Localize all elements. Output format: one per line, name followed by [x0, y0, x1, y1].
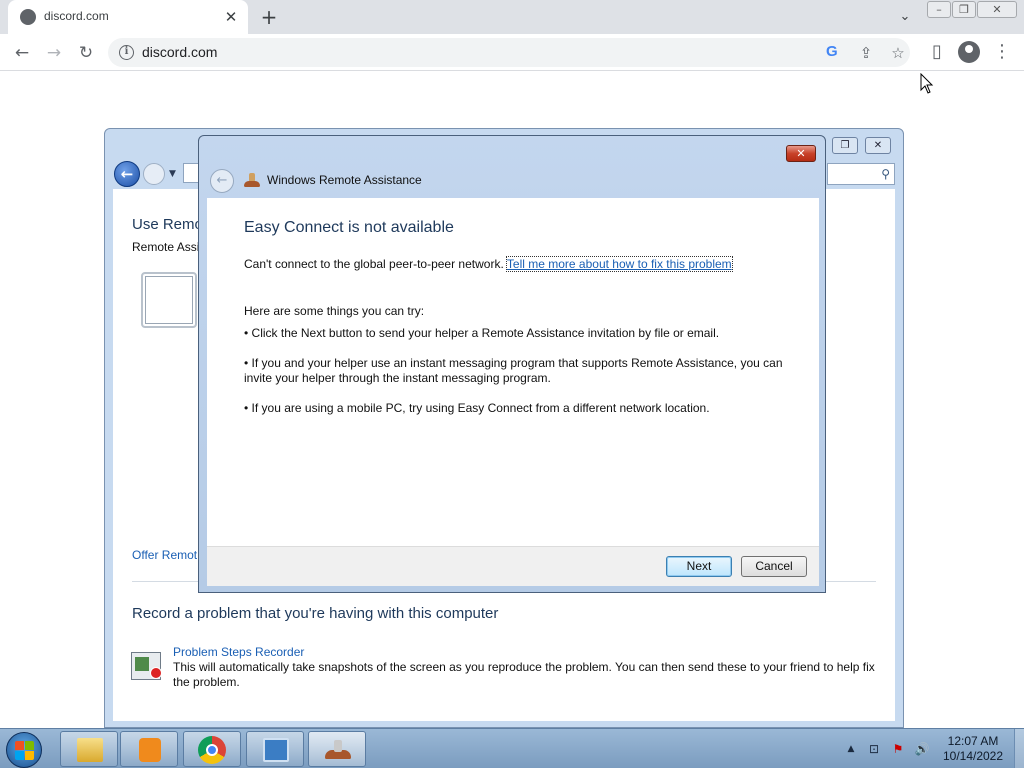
- tip-item: • If you are using a mobile PC, try usin…: [244, 401, 710, 415]
- problem-steps-recorder-link[interactable]: Problem Steps Recorder: [173, 645, 304, 659]
- tips-intro: Here are some things you can try:: [244, 304, 425, 318]
- tab-strip: discord.com ✕ + ⌄ – ❐ ✕: [0, 0, 1024, 34]
- taskbar-control-panel[interactable]: [246, 731, 304, 767]
- action-center-flag-icon[interactable]: ⚑: [890, 742, 906, 756]
- problem-steps-recorder-icon[interactable]: [131, 652, 162, 680]
- tip-item: • If you and your helper use an instant …: [244, 356, 783, 385]
- menu-icon[interactable]: ⋮: [990, 40, 1014, 64]
- address-bar[interactable]: i discord.com G ⇪ ☆: [108, 38, 910, 67]
- media-player-icon: [139, 738, 161, 762]
- tab-close-button[interactable]: ✕: [220, 6, 242, 28]
- clock-date: 10/14/2022: [942, 749, 1004, 763]
- dialog-heading: Easy Connect is not available: [244, 219, 454, 236]
- globe-icon: [20, 9, 36, 25]
- folder-icon: [77, 738, 103, 762]
- error-message: Can't connect to the global peer-to-peer…: [244, 256, 733, 272]
- dialog-close-button[interactable]: ✕: [786, 145, 816, 162]
- control-panel-icon: [263, 738, 289, 762]
- google-lens-icon[interactable]: G: [826, 43, 838, 60]
- restore-button[interactable]: ❐: [952, 1, 976, 18]
- offer-remote-assistance-link[interactable]: Offer Remot: [132, 548, 197, 562]
- dialog-footer: Next Cancel: [207, 546, 819, 586]
- forward-button[interactable]: →: [42, 41, 66, 65]
- share-icon[interactable]: ⇪: [855, 42, 877, 64]
- remote-assistance-icon: [244, 172, 260, 188]
- problem-steps-recorder-description: This will automatically take snapshots o…: [173, 660, 875, 689]
- network-icon[interactable]: ⊡: [866, 742, 882, 756]
- taskbar-media-player[interactable]: [120, 731, 178, 767]
- bookmark-star-icon[interactable]: ☆: [887, 42, 909, 64]
- taskbar: ▲ ⊡ ⚑ 🔊 12:07 AM 10/14/2022: [0, 728, 1024, 768]
- dialog-body: Easy Connect is not available Can't conn…: [207, 198, 819, 546]
- mouse-cursor-icon: [920, 73, 934, 94]
- tip-item: • Click the Next button to send your hel…: [244, 326, 720, 340]
- cancel-button[interactable]: Cancel: [741, 556, 807, 577]
- taskbar-file-explorer[interactable]: [60, 731, 118, 767]
- clock[interactable]: 12:07 AM 10/14/2022: [936, 734, 1010, 764]
- profile-avatar-icon[interactable]: [958, 41, 980, 63]
- help-page-subtitle: Remote Assi: [132, 240, 200, 254]
- taskbar-remote-assistance[interactable]: [308, 731, 366, 767]
- new-tab-button[interactable]: +: [256, 5, 282, 31]
- chrome-icon: [198, 736, 226, 764]
- volume-icon[interactable]: 🔊: [914, 742, 930, 756]
- next-button[interactable]: Next: [666, 556, 732, 577]
- start-button[interactable]: [6, 732, 42, 768]
- remote-assistance-dialog: ✕ ← Windows Remote Assistance Easy Conne…: [198, 135, 826, 593]
- error-text: Can't connect to the global peer-to-peer…: [244, 257, 504, 271]
- side-panel-icon[interactable]: ▯: [925, 40, 949, 64]
- dialog-back-button[interactable]: ←: [210, 169, 234, 193]
- browser-toolbar: ← → ↻ i discord.com G ⇪ ☆ ▯ ⋮: [0, 34, 1024, 71]
- remote-assistance-icon: [325, 738, 351, 762]
- browser-tab[interactable]: discord.com ✕: [8, 0, 248, 34]
- taskbar-chrome[interactable]: [183, 731, 241, 767]
- minimize-button[interactable]: –: [927, 1, 951, 18]
- help-link[interactable]: Tell me more about how to fix this probl…: [505, 256, 733, 272]
- show-desktop-button[interactable]: [1014, 729, 1024, 768]
- tab-search-button[interactable]: ⌄: [893, 6, 917, 28]
- record-problem-heading: Record a problem that you're having with…: [132, 605, 499, 622]
- site-info-icon[interactable]: i: [119, 45, 134, 60]
- reload-button[interactable]: ↻: [74, 41, 98, 65]
- tray-overflow-icon[interactable]: ▲: [843, 742, 859, 756]
- back-button[interactable]: ←: [10, 41, 34, 65]
- clock-time: 12:07 AM: [947, 734, 999, 748]
- dialog-title: Windows Remote Assistance: [267, 173, 422, 187]
- help-page-title: Use Remo: [132, 216, 203, 233]
- invite-option-tile[interactable]: [141, 272, 197, 328]
- tab-title: discord.com: [44, 9, 109, 23]
- url-text[interactable]: discord.com: [142, 44, 217, 60]
- window-close-button[interactable]: ✕: [977, 1, 1017, 18]
